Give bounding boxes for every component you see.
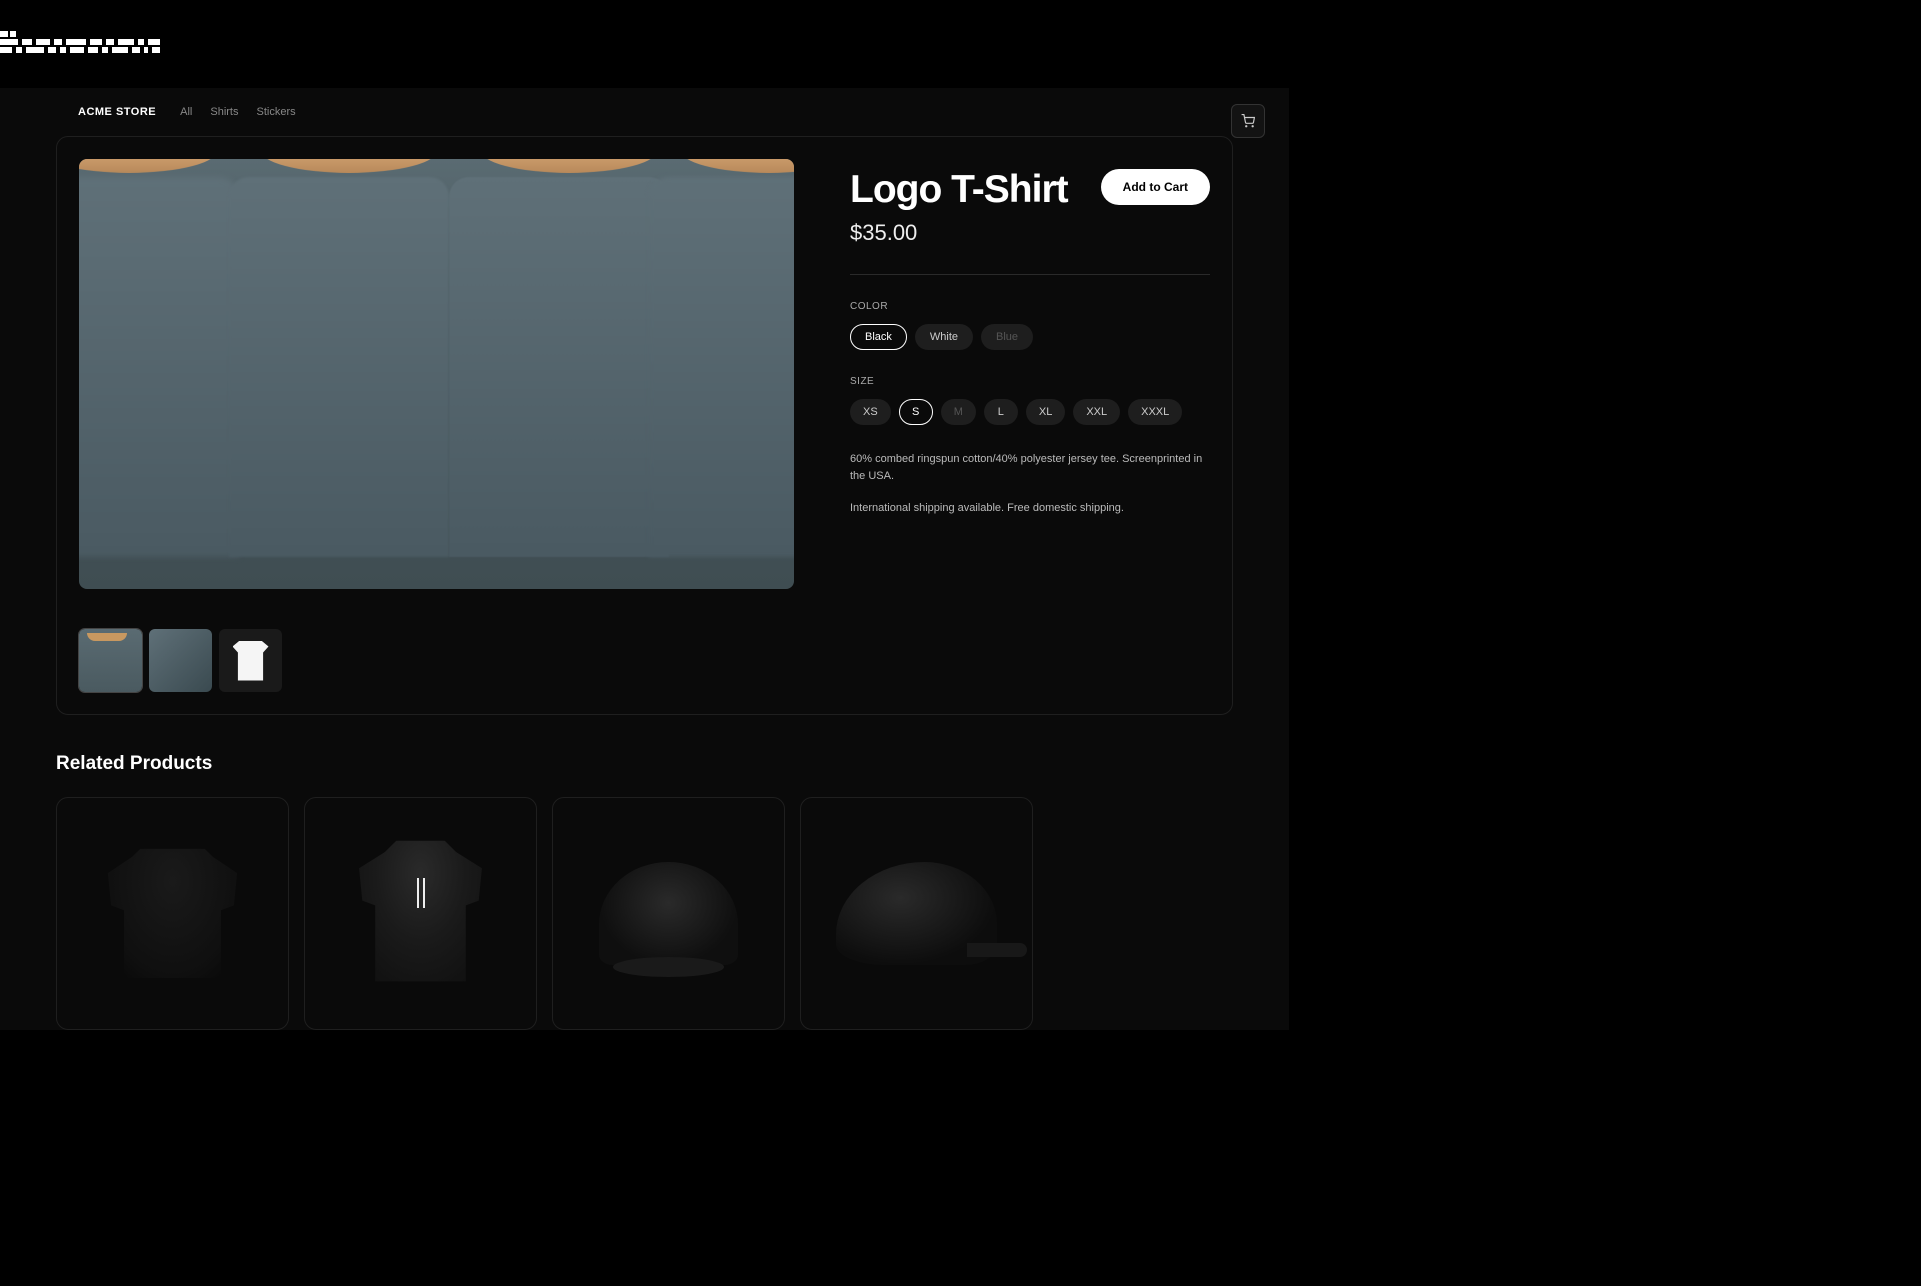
description-line-2: International shipping available. Free d…: [850, 500, 1210, 518]
product-details: Logo T-Shirt Add to Cart $35.00 COLOR Bl…: [850, 159, 1210, 692]
hoodie-front-image: [92, 833, 254, 995]
color-option-black[interactable]: Black: [850, 324, 907, 350]
add-to-cart-button[interactable]: Add to Cart: [1101, 169, 1210, 205]
description-line-1: 60% combed ringspun cotton/40% polyester…: [850, 451, 1210, 486]
related-product-1[interactable]: [56, 797, 289, 1030]
related-grid: [56, 797, 1233, 1030]
product-title: Logo T-Shirt: [850, 169, 1068, 212]
size-option-xl[interactable]: XL: [1026, 399, 1065, 425]
product-description: 60% combed ringspun cotton/40% polyester…: [850, 451, 1210, 518]
color-pills: Black White Blue: [850, 324, 1210, 350]
thumbnail-3[interactable]: [219, 629, 282, 692]
color-option-blue: Blue: [981, 324, 1033, 350]
color-option-group: COLOR Black White Blue: [850, 301, 1210, 350]
color-option-white[interactable]: White: [915, 324, 973, 350]
related-product-3[interactable]: [552, 797, 785, 1030]
top-logo-bar: [0, 0, 1921, 88]
nav-links: All Shirts Stickers: [180, 106, 295, 118]
size-label: SIZE: [850, 376, 1210, 387]
store-name[interactable]: ACME STORE: [78, 106, 156, 118]
size-option-m: M: [941, 399, 976, 425]
related-title: Related Products: [56, 753, 1233, 775]
size-option-xs[interactable]: XS: [850, 399, 891, 425]
nav-link-shirts[interactable]: Shirts: [210, 106, 238, 118]
size-option-l[interactable]: L: [984, 399, 1018, 425]
cap-side-image: [836, 862, 998, 966]
divider: [850, 274, 1210, 275]
nav-link-all[interactable]: All: [180, 106, 192, 118]
size-option-s[interactable]: S: [899, 399, 933, 425]
thumbnail-list: [79, 629, 794, 692]
product-gallery: [79, 159, 794, 692]
thumbnail-1[interactable]: [79, 629, 142, 692]
size-option-xxl[interactable]: XXL: [1073, 399, 1120, 425]
app-container: ACME STORE All Shirts Stickers: [0, 88, 1289, 1030]
cap-front-image: [599, 862, 738, 966]
product-header: Logo T-Shirt Add to Cart: [850, 169, 1210, 212]
size-option-group: SIZE XS SML XL XXL XXXL: [850, 376, 1210, 425]
related-product-4[interactable]: [800, 797, 1033, 1030]
hoodie-back-image: [340, 833, 502, 995]
nav-bar: ACME STORE All Shirts Stickers: [0, 88, 1289, 136]
nav-link-stickers[interactable]: Stickers: [257, 106, 296, 118]
size-pills: XS SML XL XXL XXXL: [850, 399, 1210, 425]
related-product-2[interactable]: [304, 797, 537, 1030]
product-price: $35.00: [850, 220, 1210, 246]
cart-button[interactable]: [1231, 104, 1265, 138]
related-section: Related Products: [56, 753, 1233, 1030]
product-card: Logo T-Shirt Add to Cart $35.00 COLOR Bl…: [56, 136, 1233, 715]
size-option-xxxl[interactable]: XXXL: [1128, 399, 1182, 425]
thumbnail-2[interactable]: [149, 629, 212, 692]
product-main-image: [79, 159, 794, 589]
vercel-logo: [0, 27, 160, 61]
color-label: COLOR: [850, 301, 1210, 312]
cart-icon: [1241, 114, 1255, 128]
